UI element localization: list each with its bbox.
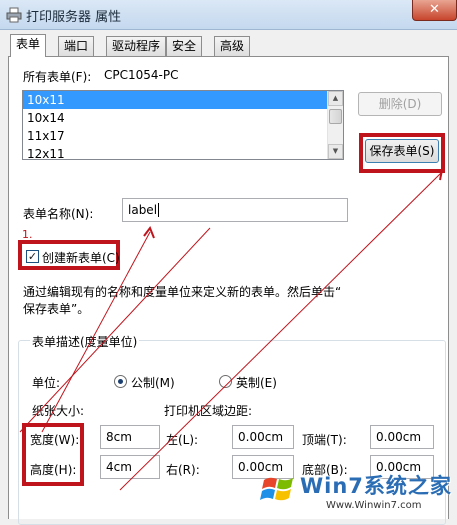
watermark-url: Www.Winwin7.com — [326, 500, 422, 511]
annotation-arrows — [19, 168, 444, 491]
windows-logo-icon — [260, 477, 293, 501]
arrow-to-name — [41, 231, 151, 433]
watermark-brand: Win7系统之家 — [300, 474, 452, 498]
tab-forms[interactable]: 表单 — [10, 34, 47, 57]
arrow-to-checkbox — [19, 227, 211, 433]
arrow-head-save — [431, 168, 444, 181]
arrow-to-save — [119, 171, 443, 491]
